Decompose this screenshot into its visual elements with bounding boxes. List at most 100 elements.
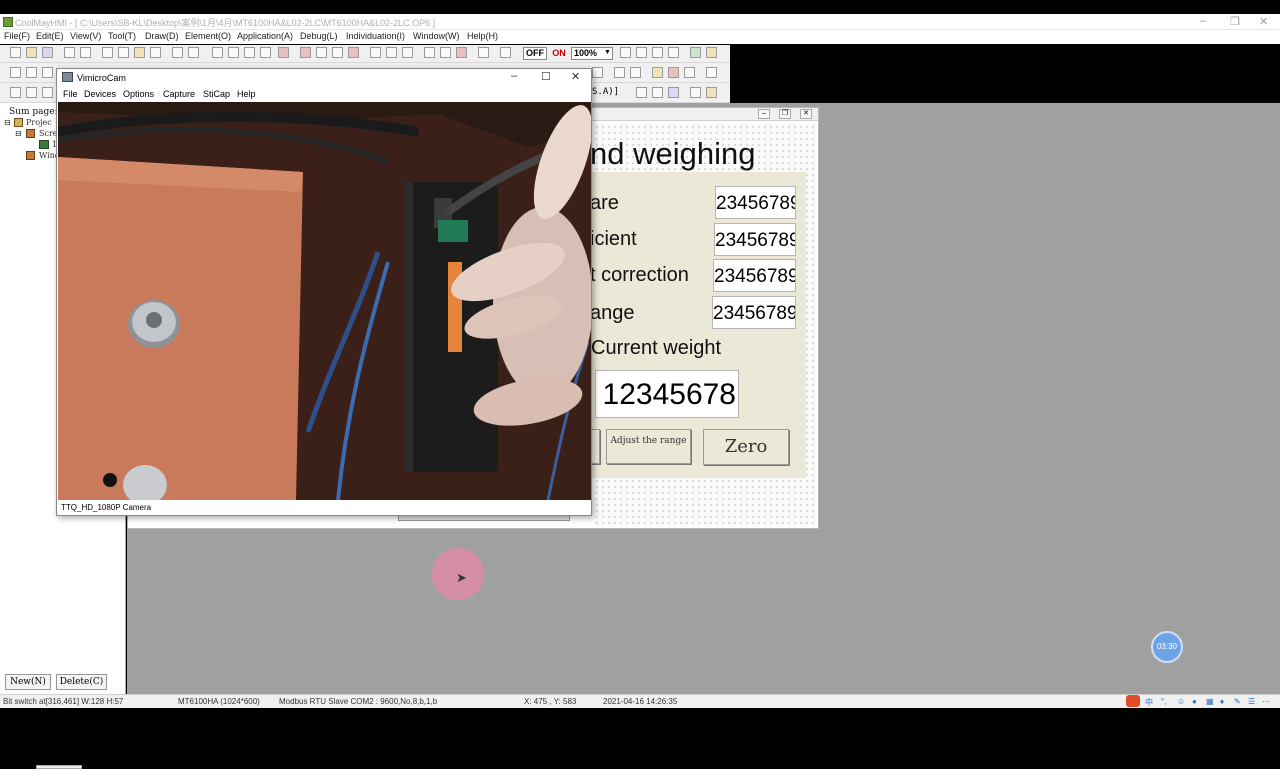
camera-menu-options[interactable]: Options bbox=[123, 89, 154, 99]
tool-c-icon[interactable] bbox=[244, 47, 255, 58]
menu-file[interactable]: File(F) bbox=[4, 31, 30, 41]
camera-menu-file[interactable]: File bbox=[63, 89, 78, 99]
menu-element[interactable]: Element(O) bbox=[185, 31, 231, 41]
search-icon[interactable] bbox=[690, 87, 701, 98]
tree-expand-icon[interactable]: ⊟ bbox=[15, 129, 22, 138]
align-icon[interactable] bbox=[592, 67, 603, 78]
recording-timer-badge[interactable]: 03:30 bbox=[1151, 631, 1183, 663]
menu-debug[interactable]: Debug(L) bbox=[300, 31, 338, 41]
ime-punctuation-icon[interactable]: °, bbox=[1161, 697, 1166, 706]
design-minimize-icon[interactable]: – bbox=[758, 109, 770, 119]
menu-individuation[interactable]: Individuation(I) bbox=[346, 31, 405, 41]
redo-icon[interactable] bbox=[188, 47, 199, 58]
find-icon[interactable] bbox=[150, 47, 161, 58]
zoom-in-icon[interactable] bbox=[620, 47, 631, 58]
menu-help[interactable]: Help(H) bbox=[467, 31, 498, 41]
print-preview-icon[interactable] bbox=[80, 47, 91, 58]
camera-menu-devices[interactable]: Devices bbox=[84, 89, 116, 99]
tare-value-field[interactable]: 23456789 bbox=[715, 186, 796, 219]
ime-voice-icon[interactable]: ● bbox=[1192, 697, 1197, 706]
stop-icon[interactable] bbox=[348, 47, 359, 58]
design-close-icon[interactable]: ✕ bbox=[800, 109, 812, 119]
grid-icon[interactable] bbox=[500, 47, 511, 58]
tree-item-project[interactable]: Projec bbox=[26, 118, 52, 127]
element-a-icon[interactable] bbox=[10, 87, 21, 98]
ime-logo-icon[interactable] bbox=[1126, 695, 1140, 707]
delete-page-button[interactable]: Delete(C) bbox=[56, 674, 107, 690]
new-file-icon[interactable] bbox=[10, 47, 21, 58]
camera-menu-help[interactable]: Help bbox=[237, 89, 256, 99]
link-icon[interactable] bbox=[424, 47, 435, 58]
element-c-icon[interactable] bbox=[42, 87, 53, 98]
ime-emoji-icon[interactable]: ☺ bbox=[1177, 697, 1185, 706]
camera-close-icon[interactable]: ✕ bbox=[571, 70, 580, 83]
range-value-field[interactable]: 23456789 bbox=[712, 296, 796, 329]
menu-window[interactable]: Window(W) bbox=[413, 31, 460, 41]
ime-more-icon[interactable]: ⋯ bbox=[1262, 697, 1270, 706]
camera-minimize-icon[interactable]: – bbox=[511, 70, 517, 82]
tool-d-icon[interactable] bbox=[260, 47, 271, 58]
design-restore-icon[interactable]: ❐ bbox=[779, 109, 791, 119]
rect-tool-icon[interactable] bbox=[10, 67, 21, 78]
printer-alt-icon[interactable] bbox=[456, 47, 467, 58]
ime-skin-icon[interactable]: ♦ bbox=[1220, 697, 1224, 706]
tool-a-icon[interactable] bbox=[212, 47, 223, 58]
list-icon[interactable] bbox=[630, 67, 641, 78]
target-icon[interactable] bbox=[332, 47, 343, 58]
copy-icon[interactable] bbox=[118, 47, 129, 58]
off-toggle[interactable]: OFF bbox=[523, 47, 547, 60]
adjust-range-button[interactable]: Adjust the range bbox=[606, 429, 691, 464]
monitor-icon[interactable] bbox=[440, 47, 451, 58]
layout-icon[interactable] bbox=[706, 67, 717, 78]
help-icon[interactable] bbox=[706, 47, 717, 58]
close-icon[interactable]: ✕ bbox=[1259, 15, 1268, 28]
menu-application[interactable]: Application(A) bbox=[237, 31, 293, 41]
menu-draw[interactable]: Draw(D) bbox=[145, 31, 179, 41]
ime-tools-icon[interactable]: ✎ bbox=[1234, 697, 1241, 706]
element-b-icon[interactable] bbox=[26, 87, 37, 98]
coefficient-value-field[interactable]: 23456789 bbox=[714, 223, 796, 256]
correction-value-field[interactable]: 23456789 bbox=[713, 259, 796, 292]
menu-edit[interactable]: Edit(E) bbox=[36, 31, 64, 41]
menu-view[interactable]: View(V) bbox=[70, 31, 101, 41]
camera-menu-sticap[interactable]: StiCap bbox=[203, 89, 230, 99]
window-a-icon[interactable] bbox=[636, 47, 647, 58]
save-icon[interactable] bbox=[42, 47, 53, 58]
minimize-icon[interactable]: – bbox=[1200, 15, 1206, 27]
camera-menu-capture[interactable]: Capture bbox=[163, 89, 195, 99]
brush-icon[interactable] bbox=[706, 87, 717, 98]
music-note-icon[interactable] bbox=[478, 47, 489, 58]
page-c-icon[interactable] bbox=[402, 47, 413, 58]
ime-chinese-icon[interactable]: 中 bbox=[1145, 697, 1153, 708]
menu-lines-icon[interactable] bbox=[684, 67, 695, 78]
undo-icon[interactable] bbox=[172, 47, 183, 58]
table-icon[interactable] bbox=[614, 67, 625, 78]
new-page-button[interactable]: New(N) bbox=[5, 674, 51, 690]
ime-menu-icon[interactable]: ☰ bbox=[1248, 697, 1255, 706]
warning-icon[interactable] bbox=[652, 67, 663, 78]
print-icon[interactable] bbox=[64, 47, 75, 58]
page-b-icon[interactable] bbox=[386, 47, 397, 58]
window-c-icon[interactable] bbox=[668, 47, 679, 58]
restore-icon[interactable]: ❐ bbox=[1230, 15, 1240, 28]
compile-icon[interactable] bbox=[300, 47, 311, 58]
globe-icon[interactable] bbox=[690, 47, 701, 58]
camera-maximize-icon[interactable]: ☐ bbox=[541, 70, 551, 83]
menu-tool[interactable]: Tool(T) bbox=[108, 31, 136, 41]
refresh-icon[interactable] bbox=[668, 87, 679, 98]
paste-icon[interactable] bbox=[134, 47, 145, 58]
box-icon[interactable] bbox=[636, 87, 647, 98]
settings-icon[interactable] bbox=[316, 47, 327, 58]
window-b-icon[interactable] bbox=[652, 47, 663, 58]
panel-tool-icon[interactable] bbox=[42, 67, 53, 78]
page-a-icon[interactable] bbox=[370, 47, 381, 58]
chevron-down-icon[interactable]: ▼ bbox=[604, 49, 611, 56]
open-folder-icon[interactable] bbox=[26, 47, 37, 58]
on-toggle[interactable]: ON bbox=[549, 47, 569, 60]
panel-scrollbar[interactable] bbox=[36, 765, 82, 769]
edit-icon[interactable] bbox=[652, 87, 663, 98]
delete-icon[interactable] bbox=[278, 47, 289, 58]
cut-icon[interactable] bbox=[102, 47, 113, 58]
frame-tool-icon[interactable] bbox=[26, 67, 37, 78]
zero-button[interactable]: Zero bbox=[703, 429, 789, 465]
